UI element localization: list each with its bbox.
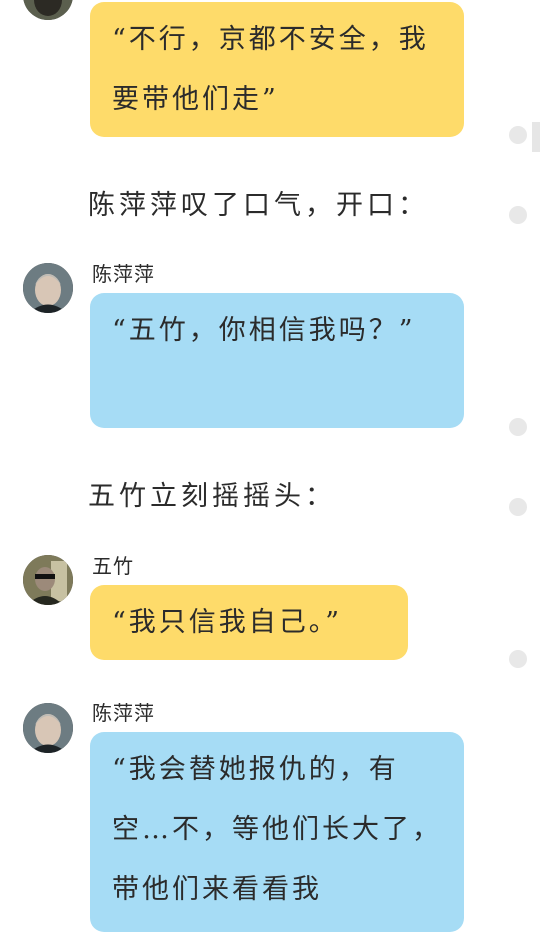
narration-text-1: 陈萍萍叹了口气，开口： (88, 190, 429, 221)
side-dot-3 (509, 418, 527, 436)
speaker-name-chen-pingping-2: 陈萍萍 (92, 701, 155, 725)
speaker-name-chen-pingping: 陈萍萍 (92, 262, 155, 286)
side-dot-1 (509, 126, 527, 144)
wu-zhu-avatar[interactable] (23, 555, 73, 605)
scroll-edge-indicator (532, 122, 540, 152)
side-dot-4 (509, 498, 527, 516)
message-bubble-2: “五竹，你相信我吗？” (90, 293, 464, 428)
narration-text-2: 五竹立刻摇摇头： (88, 481, 336, 512)
speaker-name-wu-zhu: 五竹 (92, 554, 134, 578)
side-dot-2 (509, 206, 527, 224)
chen-pingping-avatar-2[interactable] (23, 703, 73, 753)
chen-pingping-avatar[interactable] (23, 263, 73, 313)
side-dot-5 (509, 650, 527, 668)
message-bubble-3: “我只信我自己。” (90, 585, 408, 660)
message-bubble-4: “我会替她报仇的，有空…不，等他们长大了，带他们来看看我 (90, 732, 464, 932)
avatar-top-partial[interactable] (23, 0, 73, 20)
message-bubble-1: “不行，京都不安全，我要带他们走” (90, 2, 464, 137)
